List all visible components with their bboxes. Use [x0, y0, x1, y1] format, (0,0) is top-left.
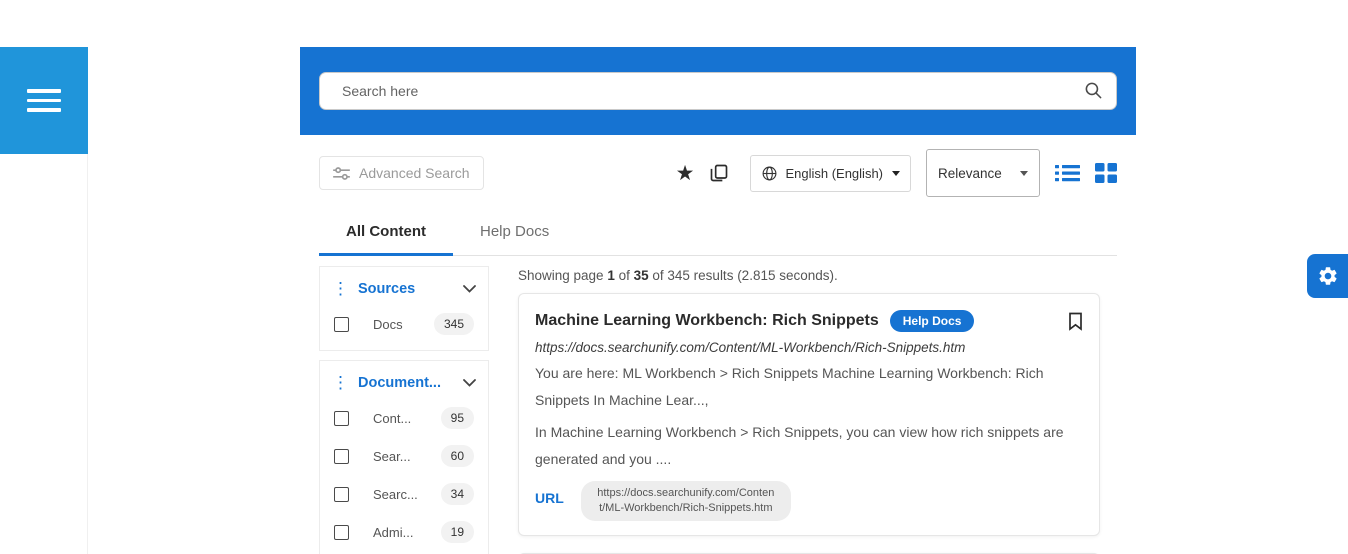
drag-handle-icon[interactable]: ⋮	[332, 377, 349, 389]
facet-item-label: Cont...	[373, 411, 441, 426]
facet-count-badge: 95	[441, 407, 474, 429]
advanced-search-label: Advanced Search	[359, 165, 470, 181]
sort-label: Relevance	[938, 166, 1002, 181]
results-summary: Showing page 1 of 35 of 345 results (2.8…	[518, 268, 1100, 283]
hamburger-icon	[27, 83, 61, 118]
checkbox[interactable]	[334, 317, 349, 332]
menu-button[interactable]	[0, 47, 88, 154]
facet-item: Cont... 95	[334, 407, 474, 429]
facet-group-sources: ⋮ Sources Docs 345	[319, 266, 489, 351]
result-source-badge: Help Docs	[890, 310, 975, 332]
facet-count-badge: 345	[434, 313, 474, 335]
result-title[interactable]: Machine Learning Workbench: Rich Snippet…	[535, 312, 879, 330]
facet-item-label: Searc...	[373, 487, 441, 502]
facets-panel: ⋮ Sources Docs 345	[319, 266, 489, 554]
facet-item: Searc... 34	[334, 483, 474, 505]
saved-pages-icon[interactable]	[709, 163, 729, 183]
tab-help-docs[interactable]: Help Docs	[453, 210, 576, 256]
sliders-icon	[333, 166, 350, 181]
facet-item: Sear... 60	[334, 445, 474, 467]
bookmark-icon[interactable]	[1068, 312, 1083, 331]
result-snippet: In Machine Learning Workbench > Rich Sni…	[535, 419, 1083, 473]
advanced-search-button[interactable]: Advanced Search	[319, 156, 484, 190]
url-label: URL	[535, 490, 564, 506]
content-tabs: All Content Help Docs	[319, 210, 1117, 256]
search-header	[300, 47, 1136, 135]
settings-fab[interactable]	[1307, 254, 1348, 298]
facet-item-label: Docs	[373, 317, 434, 332]
chevron-down-icon[interactable]	[463, 285, 476, 293]
grid-view-icon[interactable]	[1095, 163, 1117, 183]
facet-count-badge: 34	[441, 483, 474, 505]
chevron-down-icon	[1020, 171, 1028, 176]
drag-handle-icon[interactable]: ⋮	[332, 283, 349, 295]
facet-item-label: Admi...	[373, 525, 441, 540]
checkbox[interactable]	[334, 525, 349, 540]
language-label: English (English)	[785, 166, 883, 181]
chevron-down-icon	[892, 171, 900, 176]
list-view-icon[interactable]	[1055, 163, 1080, 183]
checkbox[interactable]	[334, 411, 349, 426]
url-chip[interactable]: https://docs.searchunify.com/Content/ML-…	[581, 481, 791, 521]
facet-item-docs: Docs 345	[334, 313, 474, 335]
result-url-text: https://docs.searchunify.com/Content/ML-…	[535, 340, 1083, 355]
collapsed-sidebar	[0, 47, 88, 554]
tab-all-content[interactable]: All Content	[319, 210, 453, 256]
toolbar: Advanced Search ★	[319, 148, 1117, 198]
facet-title: Sources	[358, 281, 454, 297]
facet-count-badge: 19	[441, 521, 474, 543]
main-area: Advanced Search ★	[88, 47, 1348, 554]
search-input[interactable]	[319, 72, 1117, 110]
search-icon[interactable]	[1084, 81, 1103, 100]
language-selector[interactable]: English (English)	[750, 155, 911, 192]
chevron-down-icon[interactable]	[463, 379, 476, 387]
result-card: Machine Learning Workbench: Rich Snippet…	[518, 293, 1100, 536]
globe-icon	[761, 165, 778, 182]
sort-select[interactable]: Relevance	[926, 149, 1040, 197]
results-panel: Showing page 1 of 35 of 345 results (2.8…	[518, 266, 1100, 554]
facet-item: Admi... 19	[334, 521, 474, 543]
checkbox[interactable]	[334, 487, 349, 502]
checkbox[interactable]	[334, 449, 349, 464]
facet-title: Document...	[358, 375, 454, 391]
facet-item-label: Sear...	[373, 449, 441, 464]
result-snippet: You are here: ML Workbench > Rich Snippe…	[535, 360, 1083, 414]
gear-icon	[1317, 265, 1339, 287]
facet-count-badge: 60	[441, 445, 474, 467]
favorites-star-icon[interactable]: ★	[676, 163, 695, 184]
facet-group-document-type: ⋮ Document... Cont... 95	[319, 360, 489, 554]
